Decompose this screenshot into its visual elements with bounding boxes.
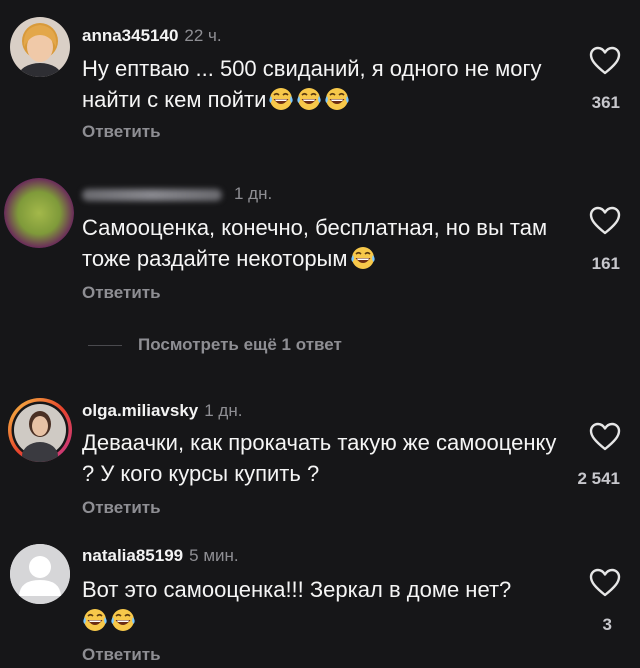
timestamp: 5 мин. [189, 546, 239, 565]
comment-meta: 1 дн. [82, 184, 272, 204]
username-blurred[interactable] [82, 188, 222, 201]
timestamp: 1 дн. [204, 401, 243, 420]
avatar[interactable] [10, 544, 70, 604]
view-more-label: Посмотреть ещё 1 ответ [138, 335, 342, 354]
comment-text-content: Деваачки, как прокачать такую же самооце… [82, 430, 557, 486]
comment-text: Деваачки, как прокачать такую же самооце… [82, 427, 562, 489]
heart-icon[interactable] [589, 568, 621, 598]
comment-meta: olga.miliavsky 1 дн. [82, 401, 242, 421]
divider [88, 344, 122, 346]
comment-text-content: Вот это самооценка!!! Зеркал в доме нет? [82, 577, 512, 602]
face-with-tears-of-joy-icon [296, 87, 322, 111]
face-with-tears-of-joy-icon [324, 87, 350, 111]
reply-button[interactable]: Ответить [82, 498, 161, 518]
comment-meta: anna345140 22 ч. [82, 26, 222, 46]
comment-text-content: Самооценка, конечно, бесплатная, но вы т… [82, 215, 548, 271]
comment-text: Ну ептваю ... 500 свиданий, я одного не … [82, 53, 562, 115]
heart-icon[interactable] [589, 422, 621, 452]
avatar[interactable] [8, 398, 72, 462]
heart-icon[interactable] [589, 206, 621, 236]
avatar[interactable] [10, 17, 70, 77]
view-more-replies[interactable]: Посмотреть ещё 1 ответ [88, 334, 342, 356]
face-with-tears-of-joy-icon [82, 608, 108, 632]
username[interactable]: anna345140 [82, 26, 178, 45]
reply-button[interactable]: Ответить [82, 645, 161, 665]
comment-text: Вот это самооценка!!! Зеркал в доме нет? [82, 574, 562, 636]
timestamp: 1 дн. [234, 184, 273, 203]
timestamp: 22 ч. [184, 26, 222, 45]
reply-button[interactable]: Ответить [82, 283, 161, 303]
face-with-tears-of-joy-icon [350, 246, 375, 270]
like-count[interactable]: 3 [603, 615, 612, 635]
like-count[interactable]: 2 541 [577, 469, 620, 489]
like-count[interactable]: 161 [592, 254, 620, 274]
comment-meta: natalia85199 5 мин. [82, 546, 239, 566]
avatar[interactable] [4, 178, 74, 248]
face-with-tears-of-joy-icon [268, 87, 294, 111]
username[interactable]: olga.miliavsky [82, 401, 198, 420]
comment-text: Самооценка, конечно, бесплатная, но вы т… [82, 212, 562, 274]
username[interactable]: natalia85199 [82, 546, 183, 565]
face-with-tears-of-joy-icon [110, 608, 136, 632]
like-count[interactable]: 361 [592, 93, 620, 113]
reply-button[interactable]: Ответить [82, 122, 161, 142]
heart-icon[interactable] [589, 46, 621, 76]
